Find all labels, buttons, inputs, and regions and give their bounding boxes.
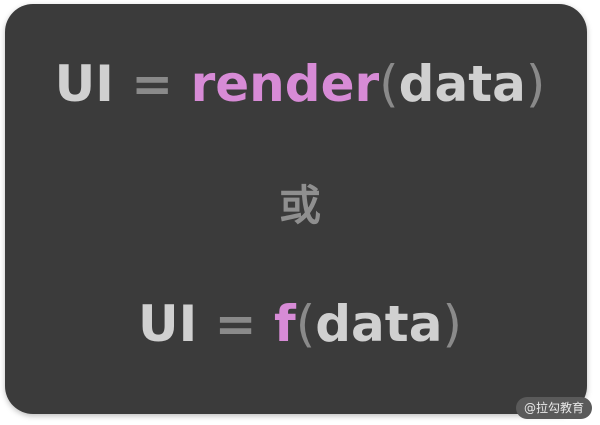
formula-f: UI = f(data)	[0, 292, 600, 356]
formula-function: render	[190, 55, 380, 113]
or-separator: 或	[0, 180, 600, 232]
formula-lhs: UI	[54, 55, 114, 113]
formula-equals: =	[214, 295, 257, 353]
formula-render: UI = render(data)	[0, 52, 600, 116]
formula-lhs: UI	[138, 295, 198, 353]
formula-open-paren: (	[295, 295, 316, 353]
formula-equals: =	[131, 55, 174, 113]
watermark-badge: @拉勾教育	[515, 397, 592, 419]
formula-close-paren: )	[442, 295, 462, 353]
formula-argument: data	[315, 295, 443, 353]
formula-close-paren: )	[525, 55, 546, 113]
formula-function: f	[273, 295, 296, 353]
formula-open-paren: (	[379, 55, 399, 113]
formula-argument: data	[398, 55, 526, 113]
or-text: 或	[278, 181, 321, 230]
